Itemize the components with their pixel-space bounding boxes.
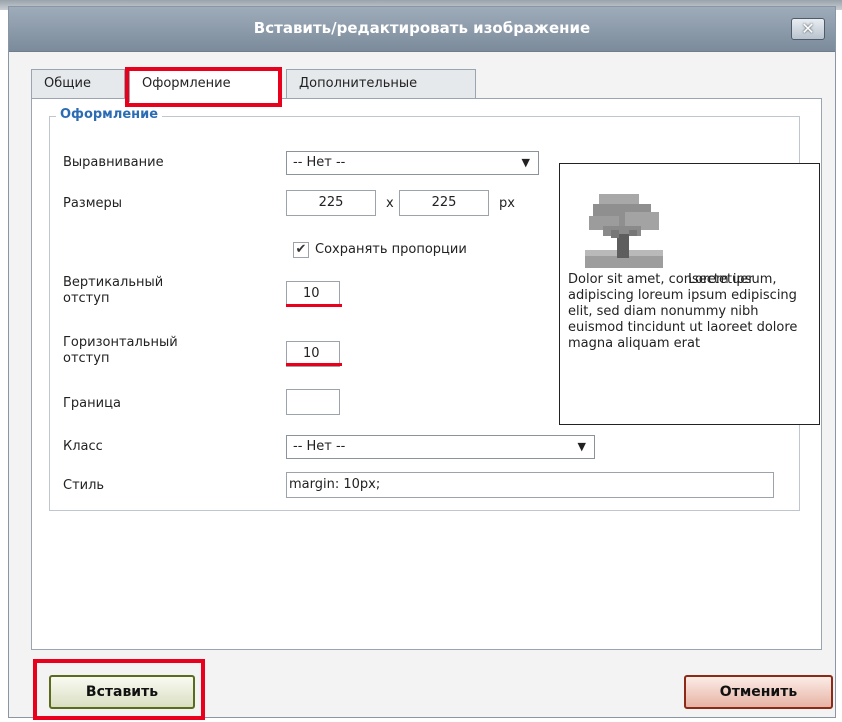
size-separator: x [386,196,394,211]
tab-panel: Оформление Выравнивание -- Нет -- ▼ Разм… [31,98,822,650]
alignment-value: -- Нет -- [293,155,346,170]
fieldset-legend: Оформление [56,107,163,122]
dialog-titlebar[interactable]: Вставить/редактировать изображение ✕ [9,7,835,52]
dropdown-arrow-icon: ▼ [521,156,530,169]
image-dialog: Вставить/редактировать изображение ✕ Общ… [8,6,836,720]
tab-advanced[interactable]: Дополнительные [286,69,476,99]
vspace-label: Вертикальный отступ [63,275,164,306]
tree-image-icon [585,186,663,268]
style-input[interactable]: margin: 10px; [286,472,774,498]
alignment-select[interactable]: -- Нет -- ▼ [286,151,539,175]
border-input[interactable] [286,389,340,415]
hspace-label: Горизонтальный отступ [63,335,178,366]
border-label: Граница [63,396,121,411]
alignment-label: Выравнивание [63,155,164,170]
close-button[interactable]: ✕ [791,18,825,40]
size-unit: px [499,196,515,211]
preview-text: Dolor sit amet, consectetuer adipiscing … [568,272,798,351]
cancel-button[interactable]: Отменить [684,675,833,709]
dialog-title: Вставить/редактировать изображение [253,19,591,37]
height-input[interactable]: 225 [399,190,489,216]
size-label: Размеры [63,196,123,211]
class-label: Класс [63,439,103,454]
hspace-underline-annotation [286,363,342,366]
checkmark-icon: ✔ [295,242,307,257]
tab-highlight-annotation [125,67,282,107]
width-input[interactable]: 225 [286,190,376,216]
insert-highlight-annotation [33,659,205,720]
class-value: -- Нет -- [293,439,346,454]
close-icon: ✕ [801,19,815,38]
vspace-underline-annotation [286,304,342,307]
dropdown-arrow-icon: ▼ [577,440,586,453]
keep-proportions-checkbox[interactable]: ✔ [293,242,309,258]
style-label: Стиль [63,478,105,493]
class-select[interactable]: -- Нет -- ▼ [286,435,595,459]
preview-box: Lorem ipsum, Dolor sit amet, consectetue… [559,163,820,425]
tab-general[interactable]: Общие [31,69,125,99]
keep-proportions-label: Сохранять пропорции [315,242,467,257]
appearance-fieldset: Оформление Выравнивание -- Нет -- ▼ Разм… [49,107,820,511]
